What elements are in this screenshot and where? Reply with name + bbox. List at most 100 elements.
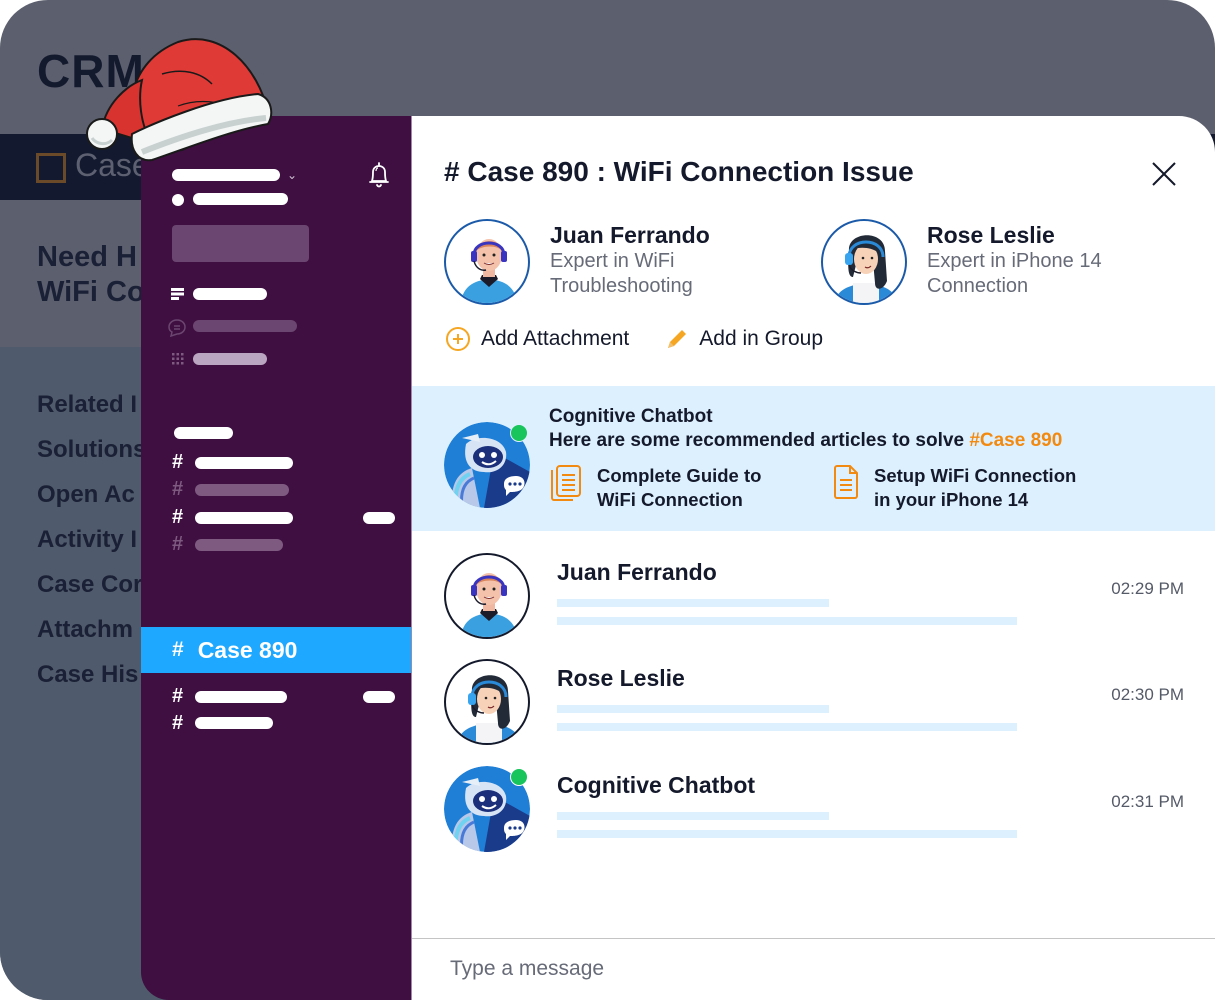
crm-menu-item-solutions[interactable]: Solutions xyxy=(37,435,146,480)
sidebar-item-threads[interactable] xyxy=(193,288,267,300)
plus-circle-icon xyxy=(446,327,470,351)
chevron-down-icon[interactable]: ⌄ xyxy=(287,168,297,182)
channel-hash-icon: # xyxy=(172,478,184,500)
online-status-dot xyxy=(510,768,528,786)
sidebar-channel[interactable] xyxy=(195,539,283,551)
conversation-actions: Add Attachment Add in Group xyxy=(445,326,859,352)
sidebar-channel-label: Case 890 xyxy=(197,636,298,663)
document-icon xyxy=(834,465,858,499)
message-item[interactable]: Cognitive Chatbot 02:31 PM xyxy=(444,766,1184,856)
article-title: WiFi Connection xyxy=(597,489,743,510)
agent-description: Troubleshooting xyxy=(550,275,693,297)
crm-heading-line: WiFi Co xyxy=(37,276,145,308)
crm-heading-line: Need H xyxy=(37,241,137,273)
message-text-placeholder xyxy=(557,812,829,820)
avatar-rose xyxy=(444,659,530,745)
crm-case-checkbox[interactable] xyxy=(36,153,66,183)
chat-bubble-icon xyxy=(168,319,186,338)
message-item[interactable]: Rose Leslie 02:30 PM xyxy=(444,659,1184,749)
online-status-dot xyxy=(510,424,528,442)
crm-menu-item-case-history[interactable]: Case His xyxy=(37,660,146,705)
avatar-juan[interactable] xyxy=(444,219,530,305)
crm-menu-item-activity-history[interactable]: Activity I xyxy=(37,525,146,570)
workspace-name-placeholder[interactable] xyxy=(172,169,280,181)
message-text-placeholder xyxy=(557,617,1017,625)
article-link[interactable]: Complete Guide to WiFi Connection xyxy=(549,464,761,512)
article-title: Complete Guide to xyxy=(597,465,762,486)
crm-case-heading: Need H WiFi Co xyxy=(37,240,145,310)
apps-grid-icon xyxy=(172,353,184,365)
article-link[interactable]: Setup WiFi Connection in your iPhone 14 xyxy=(832,464,1076,512)
chatbot-avatar[interactable] xyxy=(444,422,530,509)
sidebar-channel[interactable] xyxy=(195,512,293,524)
chatbot-avatar xyxy=(444,766,530,853)
sidebar-channel-case-890[interactable]: # Case 890 xyxy=(141,627,411,673)
close-icon[interactable] xyxy=(1150,160,1178,188)
sidebar-channel[interactable] xyxy=(195,691,287,703)
sidebar-search-box[interactable] xyxy=(172,225,309,262)
add-in-group-label: Add in Group xyxy=(699,327,824,350)
pencil-icon xyxy=(668,330,687,348)
sidebar-channel[interactable] xyxy=(195,717,273,729)
crm-menu-item-open-activities[interactable]: Open Ac xyxy=(37,480,146,525)
sidebar-channel[interactable] xyxy=(195,457,293,469)
agent-name: Juan Ferrando xyxy=(550,222,710,248)
unread-badge xyxy=(363,512,395,524)
bell-icon[interactable] xyxy=(367,161,391,189)
crm-menu-item-case-comments[interactable]: Case Cor xyxy=(37,570,146,615)
male-agent-avatar-icon xyxy=(460,239,518,303)
agent-description: Expert in iPhone 14 xyxy=(927,250,1102,272)
unread-badge xyxy=(363,691,395,703)
add-attachment-button[interactable]: Add Attachment xyxy=(445,326,629,352)
case-tag-link[interactable]: #Case 890 xyxy=(969,430,1062,451)
crm-menu: Related I Solutions Open Ac Activity I C… xyxy=(37,390,146,705)
article-title: Setup WiFi Connection xyxy=(874,465,1077,486)
threads-icon xyxy=(171,288,184,300)
sidebar-channel[interactable] xyxy=(195,484,289,496)
channel-hash-icon: # xyxy=(172,638,184,661)
avatar-rose[interactable] xyxy=(821,219,907,305)
conversation-panel: # Case 890 : WiFi Connection Issue Juan … xyxy=(411,116,1215,1000)
agent-card-juan: Juan Ferrando Expert in WiFi Troubleshoo… xyxy=(444,219,710,305)
message-timestamp: 02:30 PM xyxy=(1111,685,1184,704)
santa-hat-icon xyxy=(86,38,273,162)
channel-hash-icon: # xyxy=(172,712,184,734)
chatbot-name: Cognitive Chatbot xyxy=(549,406,713,427)
chatbot-message: Here are some recommended articles to so… xyxy=(549,430,1062,452)
message-composer xyxy=(412,938,1215,1000)
sidebar-item-apps[interactable] xyxy=(193,353,267,365)
message-text-placeholder xyxy=(557,723,1017,731)
female-agent-avatar-icon xyxy=(456,675,522,743)
conversation-title: # Case 890 : WiFi Connection Issue xyxy=(444,156,914,187)
message-sender: Cognitive Chatbot xyxy=(557,772,756,798)
channels-section-header xyxy=(174,427,233,439)
channel-hash-icon: # xyxy=(172,533,184,555)
documents-icon xyxy=(551,465,581,501)
message-text-placeholder xyxy=(557,599,829,607)
message-item[interactable]: Juan Ferrando 02:29 PM xyxy=(444,553,1184,643)
message-sender: Rose Leslie xyxy=(557,665,685,691)
crm-menu-item-attachments[interactable]: Attachm xyxy=(37,615,146,660)
chatbot-recommendation-banner: Cognitive Chatbot Here are some recommen… xyxy=(412,386,1215,531)
agent-description: Expert in WiFi xyxy=(550,250,675,272)
avatar-juan xyxy=(444,553,530,639)
add-in-group-button[interactable]: Add in Group xyxy=(665,327,823,351)
agent-description: Connection xyxy=(927,275,1029,297)
agent-card-rose: Rose Leslie Expert in iPhone 14 Connecti… xyxy=(821,219,1102,305)
chat-sidebar: ⌄ # # # # # Case 890 # # xyxy=(141,116,411,1000)
channel-hash-icon: # xyxy=(172,451,184,473)
message-input[interactable] xyxy=(450,951,1150,987)
male-agent-avatar-icon xyxy=(460,573,518,637)
agent-name: Rose Leslie xyxy=(927,222,1055,248)
sidebar-item-messages[interactable] xyxy=(193,320,297,332)
article-title: in your iPhone 14 xyxy=(874,489,1029,510)
chatbot-message-text: Here are some recommended articles to so… xyxy=(549,430,970,451)
female-agent-avatar-icon xyxy=(833,235,899,303)
message-text-placeholder xyxy=(557,830,1017,838)
crm-menu-item-related[interactable]: Related I xyxy=(37,390,146,435)
message-text-placeholder xyxy=(557,705,829,713)
message-timestamp: 02:31 PM xyxy=(1111,792,1184,811)
add-attachment-label: Add Attachment xyxy=(481,327,630,350)
message-timestamp: 02:29 PM xyxy=(1111,579,1184,598)
status-dot-icon xyxy=(172,194,184,206)
